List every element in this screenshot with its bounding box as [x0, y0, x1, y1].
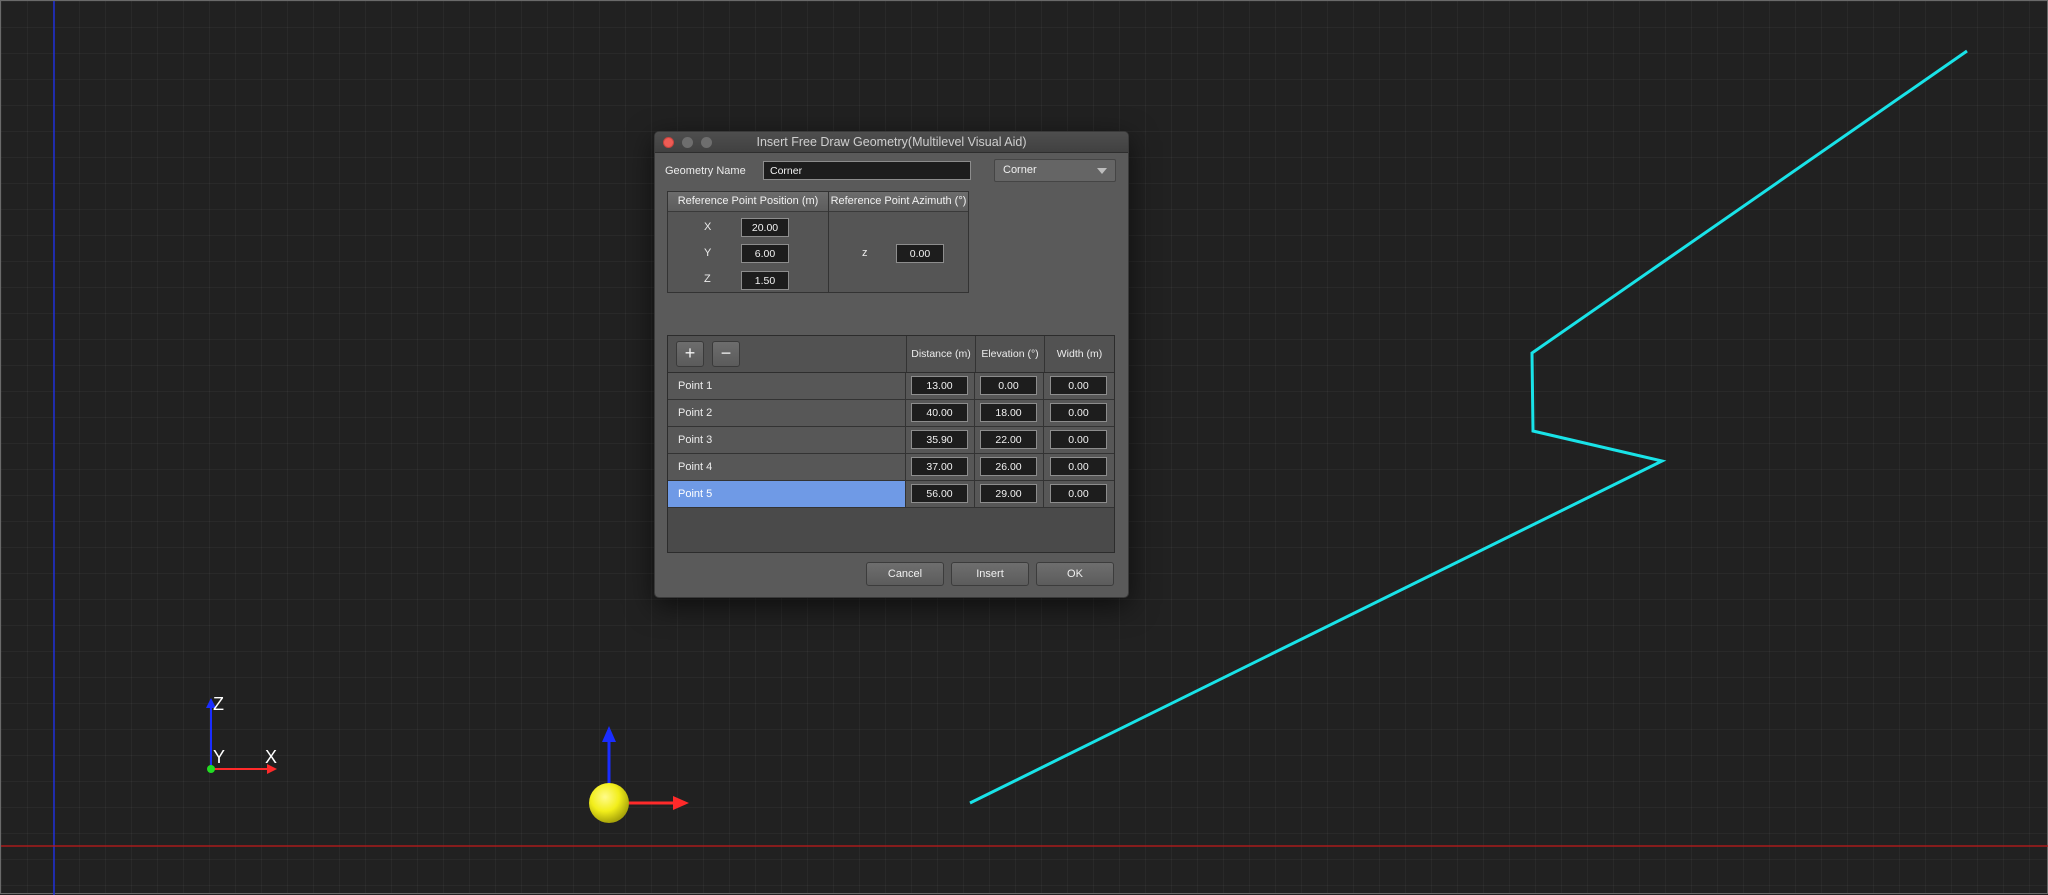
- column-divider: [1043, 454, 1044, 480]
- point-name: Point 5: [668, 481, 905, 507]
- point-name: Point 3: [678, 434, 713, 446]
- table-row[interactable]: Point 1: [668, 373, 1114, 400]
- column-header-width[interactable]: Width (m): [1044, 336, 1114, 372]
- column-divider: [974, 481, 975, 507]
- column-header-elevation[interactable]: Elevation (°): [975, 336, 1044, 372]
- remove-point-button[interactable]: −: [712, 341, 740, 367]
- elevation-input[interactable]: [980, 484, 1037, 503]
- width-input[interactable]: [1050, 457, 1107, 476]
- ref-z-input[interactable]: [741, 271, 789, 290]
- cancel-button[interactable]: Cancel: [866, 562, 944, 586]
- dialog-title: Insert Free Draw Geometry(Multilevel Vis…: [756, 135, 1027, 149]
- table-row[interactable]: Point 3: [668, 427, 1114, 454]
- distance-input[interactable]: [911, 457, 968, 476]
- width-input[interactable]: [1050, 484, 1107, 503]
- ref-x-input[interactable]: [741, 218, 789, 237]
- column-divider: [1043, 481, 1044, 507]
- column-divider: [974, 427, 975, 453]
- column-divider: [905, 454, 906, 480]
- axis-label-y: Y: [213, 747, 225, 767]
- ok-button[interactable]: OK: [1036, 562, 1114, 586]
- distance-input[interactable]: [911, 376, 968, 395]
- table-row[interactable]: Point 4: [668, 454, 1114, 481]
- column-divider: [1043, 373, 1044, 399]
- reference-azimuth-header: Reference Point Azimuth (°): [829, 192, 968, 212]
- width-input[interactable]: [1050, 430, 1107, 449]
- elevation-input[interactable]: [980, 430, 1037, 449]
- yellow-sphere[interactable]: [589, 783, 629, 823]
- axis-label-x: X: [265, 747, 277, 767]
- insert-geometry-dialog: Insert Free Draw Geometry(Multilevel Vis…: [654, 131, 1129, 598]
- column-divider: [905, 481, 906, 507]
- elevation-input[interactable]: [980, 403, 1037, 422]
- ref-azimuth-input[interactable]: [896, 244, 944, 263]
- column-header-distance[interactable]: Distance (m): [906, 336, 975, 372]
- axis-gizmo: Z Y X: [206, 694, 277, 774]
- elevation-input[interactable]: [980, 457, 1037, 476]
- ref-azimuth-label: z: [862, 247, 868, 259]
- geometry-name-input[interactable]: [763, 161, 971, 180]
- reference-point-panel: Reference Point Position (m) Reference P…: [667, 191, 969, 293]
- ref-y-label: Y: [704, 247, 712, 259]
- column-divider: [1043, 427, 1044, 453]
- column-divider: [974, 400, 975, 426]
- column-divider: [974, 454, 975, 480]
- ref-x-label: X: [704, 221, 712, 233]
- geometry-name-label: Geometry Name: [665, 165, 746, 177]
- column-divider: [974, 373, 975, 399]
- point-name: Point 2: [678, 407, 713, 419]
- table-row[interactable]: Point 2: [668, 400, 1114, 427]
- column-divider: [1043, 400, 1044, 426]
- points-table-header: + − Distance (m) Elevation (°) Width (m): [668, 336, 1114, 373]
- points-table: + − Distance (m) Elevation (°) Width (m)…: [667, 335, 1115, 553]
- column-divider: [905, 373, 906, 399]
- add-point-button[interactable]: +: [676, 341, 704, 367]
- ref-y-input[interactable]: [741, 244, 789, 263]
- reference-panel-divider: [828, 192, 829, 292]
- insert-button[interactable]: Insert: [951, 562, 1029, 586]
- width-input[interactable]: [1050, 376, 1107, 395]
- chevron-down-icon: [1097, 168, 1107, 174]
- elevation-input[interactable]: [980, 376, 1037, 395]
- reference-position-header: Reference Point Position (m): [668, 192, 828, 212]
- point-name: Point 1: [678, 380, 713, 392]
- column-divider: [905, 400, 906, 426]
- dialog-titlebar[interactable]: Insert Free Draw Geometry(Multilevel Vis…: [655, 132, 1128, 153]
- geometry-type-dropdown[interactable]: Corner: [994, 159, 1116, 182]
- width-input[interactable]: [1050, 403, 1107, 422]
- distance-input[interactable]: [911, 484, 968, 503]
- geometry-type-selected: Corner: [1003, 164, 1037, 176]
- reference-point-marker[interactable]: [589, 726, 689, 823]
- point-name: Point 4: [678, 461, 713, 473]
- distance-input[interactable]: [911, 403, 968, 422]
- distance-input[interactable]: [911, 430, 968, 449]
- ref-z-label: Z: [704, 273, 711, 285]
- column-divider: [905, 427, 906, 453]
- table-row-selected[interactable]: Point 5: [668, 481, 1114, 508]
- axis-label-z: Z: [213, 694, 224, 714]
